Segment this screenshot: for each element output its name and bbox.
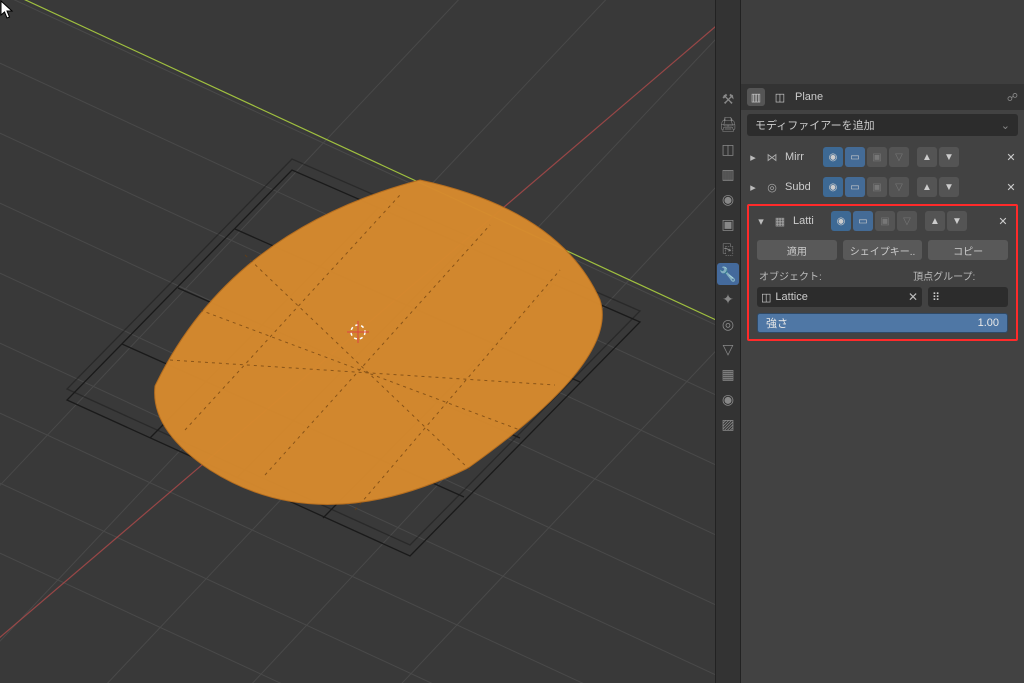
object-name: Plane	[795, 91, 1001, 103]
tab-modifier-icon[interactable]: 🔧	[717, 263, 739, 285]
remove-modifier-button[interactable]: ✕	[1002, 151, 1020, 164]
cage-toggle-icon[interactable]: ▽	[889, 177, 909, 197]
subdivision-icon: ◎	[763, 178, 781, 196]
cage-toggle-icon[interactable]: ▽	[897, 211, 917, 231]
modifier-name[interactable]: Subd	[783, 181, 821, 193]
realtime-toggle-icon[interactable]: ▭	[845, 147, 865, 167]
viewport-3d[interactable]	[0, 0, 715, 683]
editmode-toggle-icon[interactable]: ▣	[867, 177, 887, 197]
lattice-obj-icon: ◫	[761, 291, 771, 304]
add-modifier-dropdown[interactable]: モディファイアーを追加 ⌄	[747, 114, 1018, 136]
tab-output-icon[interactable]: 🖨	[717, 113, 739, 135]
apply-button[interactable]: 適用	[757, 240, 837, 260]
tab-object-icon[interactable]: ▣	[717, 213, 739, 235]
tab-constraint-icon[interactable]: ⎘	[717, 238, 739, 260]
render-toggle-icon[interactable]: ◉	[831, 211, 851, 231]
cage-toggle-icon[interactable]: ▽	[889, 147, 909, 167]
lattice-object-value: Lattice	[775, 291, 807, 303]
copy-button[interactable]: コピー	[928, 240, 1008, 260]
tab-mesh-icon[interactable]: ▦	[717, 363, 739, 385]
vertex-group-field[interactable]: ⠿	[928, 287, 1008, 307]
modifier-subd-header: ▸ ◎ Subd ◉ ▭ ▣ ▽ ▲ ▼ ✕	[743, 174, 1022, 200]
modifier-name[interactable]: Latti	[791, 215, 829, 227]
chevron-down-icon: ⌄	[1001, 119, 1010, 132]
properties-panel: ▥ ◫ Plane ☍ モディファイアーを追加 ⌄ ▸ ⋈ Mirr ◉ ▭ ▣…	[741, 0, 1024, 683]
strength-label: 強さ	[766, 315, 788, 331]
render-toggle-icon[interactable]: ◉	[823, 147, 843, 167]
tab-particle-icon[interactable]: ✦	[717, 288, 739, 310]
object-label: オブジェクト:	[759, 268, 883, 283]
strength-slider[interactable]: 強さ 1.00	[757, 313, 1008, 333]
add-modifier-label: モディファイアーを追加	[755, 117, 875, 133]
tab-scene-icon[interactable]: ▥	[717, 163, 739, 185]
expand-toggle-icon[interactable]: ▸	[745, 149, 761, 165]
move-up-button[interactable]: ▲	[925, 211, 945, 231]
collapse-toggle-icon[interactable]: ▾	[753, 213, 769, 229]
editmode-toggle-icon[interactable]: ▣	[867, 147, 887, 167]
move-down-button[interactable]: ▼	[939, 177, 959, 197]
tab-physics-icon[interactable]: ◎	[717, 313, 739, 335]
lattice-object-field[interactable]: ◫ Lattice ✕	[757, 287, 922, 307]
modifier-lattice-header: ▾ ▦ Latti ◉ ▭ ▣ ▽ ▲ ▼ ✕	[751, 208, 1014, 234]
expand-toggle-icon[interactable]: ▸	[745, 179, 761, 195]
move-up-button[interactable]: ▲	[917, 147, 937, 167]
mirror-icon: ⋈	[763, 148, 781, 166]
tab-render-icon[interactable]: ⚒	[717, 88, 739, 110]
properties-editor-icon[interactable]: ▥	[747, 88, 765, 106]
render-toggle-icon[interactable]: ◉	[823, 177, 843, 197]
modifier-mirror-header: ▸ ⋈ Mirr ◉ ▭ ▣ ▽ ▲ ▼ ✕	[743, 144, 1022, 170]
move-down-button[interactable]: ▼	[947, 211, 967, 231]
realtime-toggle-icon[interactable]: ▭	[853, 211, 873, 231]
pin-icon[interactable]: ☍	[1007, 91, 1018, 104]
lattice-modifier-highlight: ▾ ▦ Latti ◉ ▭ ▣ ▽ ▲ ▼ ✕ 適用 シェイプ	[747, 204, 1018, 341]
vertex-group-icon: ⠿	[932, 291, 940, 304]
tab-objectdata-icon[interactable]: ▽	[717, 338, 739, 360]
strength-value: 1.00	[978, 317, 999, 329]
realtime-toggle-icon[interactable]: ▭	[845, 177, 865, 197]
apply-shapekey-button[interactable]: シェイプキー..	[843, 240, 923, 260]
lattice-icon: ▦	[771, 212, 789, 230]
object-icon: ◫	[771, 88, 789, 106]
remove-modifier-button[interactable]: ✕	[1002, 181, 1020, 194]
move-up-button[interactable]: ▲	[917, 177, 937, 197]
remove-modifier-button[interactable]: ✕	[994, 215, 1012, 228]
panel-header: ▥ ◫ Plane ☍	[741, 84, 1024, 110]
properties-tab-strip: ⚒ 🖨 ◫ ▥ ◉ ▣ ⎘ 🔧 ✦ ◎ ▽ ▦ ◉ ▨	[715, 0, 741, 683]
modifier-name[interactable]: Mirr	[783, 151, 821, 163]
move-down-button[interactable]: ▼	[939, 147, 959, 167]
editmode-toggle-icon[interactable]: ▣	[875, 211, 895, 231]
clear-object-button[interactable]: ✕	[908, 290, 918, 304]
tab-viewlayer-icon[interactable]: ◫	[717, 138, 739, 160]
tab-texture-icon[interactable]: ▨	[717, 413, 739, 435]
tab-material-icon[interactable]: ◉	[717, 388, 739, 410]
tab-world-icon[interactable]: ◉	[717, 188, 739, 210]
vertex-group-label: 頂点グループ:	[883, 268, 1007, 283]
